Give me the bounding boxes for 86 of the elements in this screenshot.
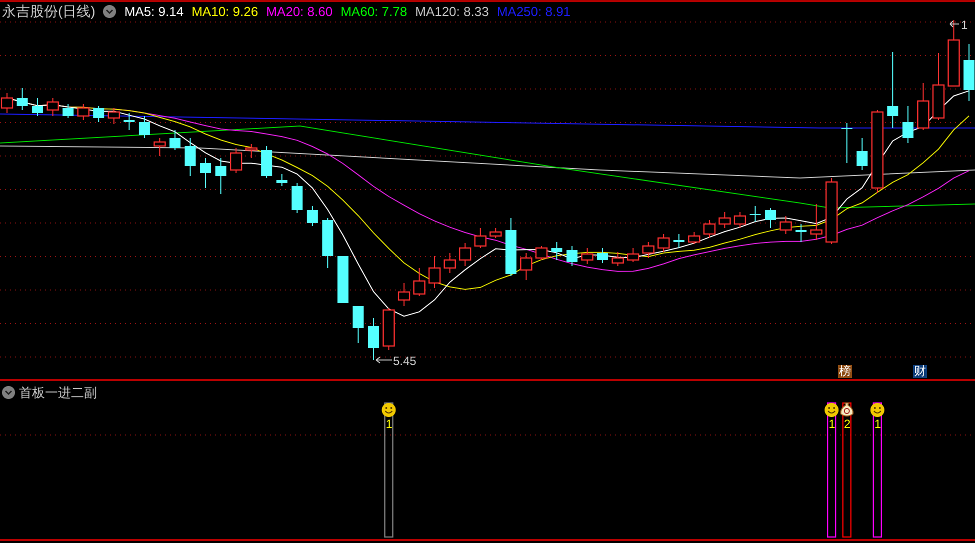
candlestick <box>337 256 348 304</box>
candlestick <box>642 242 654 258</box>
candlestick <box>718 212 731 228</box>
candlestick <box>261 146 272 178</box>
panel-title: 首板一进二副 <box>19 384 97 402</box>
candlestick <box>490 228 502 238</box>
moving-average-label: MA250: 8.91 <box>496 4 571 18</box>
candlestick <box>459 242 472 266</box>
chart-title: 永吉股份(日线) <box>2 4 96 18</box>
candlestick <box>932 52 945 120</box>
candlestick <box>581 248 594 264</box>
candlestick <box>382 308 395 350</box>
candlestick <box>230 148 242 174</box>
price-label: 5.45 <box>393 354 416 368</box>
candlestick <box>535 246 548 260</box>
candlestick <box>841 122 852 164</box>
moving-average-label: MA10: 9.26 <box>192 4 258 18</box>
candlestick <box>322 218 334 268</box>
signal-count: 1 <box>874 417 882 431</box>
price-label: 1 <box>961 20 968 32</box>
candlestick <box>902 106 914 144</box>
candlestick <box>32 98 44 116</box>
candlestick <box>306 206 318 226</box>
candlestick <box>825 178 838 244</box>
candlestick <box>245 144 258 158</box>
candlestick <box>215 158 226 194</box>
signal-count: 1 <box>828 417 836 431</box>
candlestick <box>276 174 288 186</box>
candlestick <box>444 252 456 274</box>
candlestick <box>154 138 166 156</box>
candlestick <box>612 252 624 266</box>
money-bag-icon <box>840 402 854 416</box>
candlestick <box>917 82 930 130</box>
smiley-icon <box>870 403 884 417</box>
candlestick <box>780 216 792 234</box>
candlestick <box>566 246 578 266</box>
signal-count: 1 <box>386 417 392 431</box>
candlestick <box>810 204 822 240</box>
marker-badge[interactable]: 榜 <box>838 365 852 378</box>
candlestick <box>734 212 746 228</box>
candlestick <box>688 232 700 244</box>
candlestick <box>368 318 379 360</box>
candlestick <box>413 268 426 296</box>
candlestick <box>138 116 150 138</box>
arrow-icon <box>950 20 960 28</box>
signal-count: 2 <box>844 417 851 431</box>
candlestick <box>551 242 562 260</box>
candlestick <box>184 138 196 176</box>
moving-average-label: MA120: 8.33 <box>415 4 489 18</box>
candlestick <box>673 234 684 248</box>
candlestick <box>750 206 761 222</box>
dropdown-icon[interactable] <box>2 386 15 400</box>
candlestick <box>169 130 180 150</box>
arrow-icon <box>376 356 392 364</box>
candlestick <box>703 220 716 238</box>
dropdown-icon[interactable] <box>103 4 116 18</box>
candlestick <box>292 182 303 214</box>
candlestick <box>796 224 807 242</box>
moving-average-label: MA60: 7.78 <box>340 4 408 18</box>
candlestick <box>352 306 364 344</box>
candlestick <box>0 92 14 114</box>
candlestick <box>597 248 608 264</box>
candlestick <box>62 104 74 118</box>
candlestick <box>626 248 640 262</box>
candlestick <box>964 44 974 102</box>
candlestick <box>505 218 516 276</box>
candlestick <box>46 98 59 116</box>
candlestick <box>948 20 960 87</box>
candlestick <box>108 108 120 124</box>
candlestick <box>77 104 90 120</box>
candlestick <box>398 282 410 306</box>
smiley-icon <box>824 403 839 417</box>
candlestick <box>93 106 104 122</box>
candlestick <box>16 88 28 110</box>
candlestick <box>428 256 441 288</box>
candlestick <box>474 228 486 248</box>
candlestick <box>658 234 670 252</box>
smiley-icon <box>382 403 396 417</box>
candlestick <box>856 138 868 170</box>
moving-average-label: MA20: 8.60 <box>266 4 333 18</box>
candlestick <box>124 112 135 130</box>
candlestick <box>520 252 532 280</box>
candlestick <box>200 158 211 188</box>
moving-average-label: MA5: 9.14 <box>124 4 184 18</box>
candlestick <box>765 208 776 228</box>
marker-badge[interactable]: 财 <box>913 365 927 378</box>
